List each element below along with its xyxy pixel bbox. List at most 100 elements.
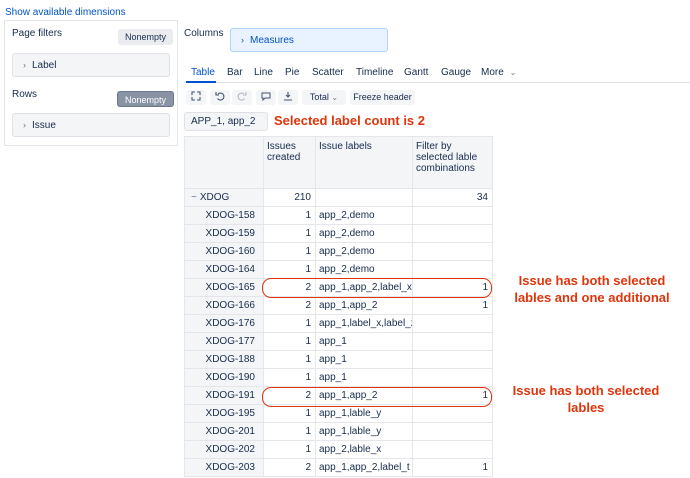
undo-button[interactable] xyxy=(210,90,230,105)
column-header-issue-labels[interactable]: Issue labels xyxy=(315,136,413,189)
filter-cell xyxy=(412,440,493,459)
annotation-both-labels: Issue has both selected lables xyxy=(496,382,676,416)
table-row: XDOG-195 1 app_1,lable_y xyxy=(184,404,493,423)
comment-button[interactable] xyxy=(256,90,276,105)
filter-cell: 1 xyxy=(412,296,493,315)
issues-cell: 1 xyxy=(263,350,316,369)
freeze-header-button[interactable]: Freeze header xyxy=(350,90,415,105)
export-button[interactable] xyxy=(278,90,298,105)
filter-cell xyxy=(412,206,493,225)
tab-gauge[interactable]: Gauge xyxy=(441,67,471,78)
labels-cell: app_1,app_2,label_t xyxy=(315,458,413,477)
issues-cell: 1 xyxy=(263,440,316,459)
page-filters-nonempty-button[interactable]: Nonempty xyxy=(118,29,174,45)
labels-cell: app_1 xyxy=(315,368,413,387)
table-row: XDOG-158 1 app_2,demo xyxy=(184,206,493,225)
issues-cell: 2 xyxy=(263,458,316,477)
chevron-right-icon: › xyxy=(23,60,26,70)
group-row: − XDOG 210 34 xyxy=(184,188,493,207)
filter-cell xyxy=(412,404,493,423)
row-header[interactable]: XDOG-201 xyxy=(184,422,264,441)
active-tab-indicator xyxy=(186,81,216,83)
labels-cell: app_1,label_x,label_z xyxy=(315,314,413,333)
row-header[interactable]: XDOG-166 xyxy=(184,296,264,315)
measures-text: Measures xyxy=(250,35,294,46)
expand-button[interactable] xyxy=(186,90,206,105)
filter-cell xyxy=(412,422,493,441)
show-dimensions-link[interactable]: Show available dimensions xyxy=(5,7,126,18)
row-header[interactable]: XDOG-165 xyxy=(184,278,264,297)
tab-gantt[interactable]: Gantt xyxy=(404,67,428,78)
redo-button[interactable] xyxy=(232,90,252,105)
issues-cell: 1 xyxy=(263,314,316,333)
issues-cell: 1 xyxy=(263,224,316,243)
measures-chip[interactable]: › Measures xyxy=(230,28,388,52)
label-dimension-text: Label xyxy=(32,60,57,71)
undo-icon xyxy=(215,92,225,101)
column-header-issues-created[interactable]: Issues created xyxy=(263,136,316,189)
issues-cell: 2 xyxy=(263,296,316,315)
group-name: XDOG xyxy=(199,192,230,203)
more-label: More xyxy=(481,67,504,78)
row-header[interactable]: XDOG-177 xyxy=(184,332,264,351)
filter-cell xyxy=(412,260,493,279)
rows-nonempty-button[interactable]: Nonempty xyxy=(117,91,175,107)
total-dropdown[interactable]: Total ⌄ xyxy=(302,90,346,105)
table-row: XDOG-160 1 app_2,demo xyxy=(184,242,493,261)
labels-cell: app_1 xyxy=(315,332,413,351)
filter-cell xyxy=(412,224,493,243)
row-header[interactable]: XDOG-203 xyxy=(184,458,264,477)
rows-title: Rows xyxy=(12,89,38,100)
tab-line[interactable]: Line xyxy=(254,67,273,78)
tab-pie[interactable]: Pie xyxy=(285,67,299,78)
row-header[interactable]: XDOG-202 xyxy=(184,440,264,459)
column-header-filter[interactable]: Filter by selected lable combinations xyxy=(412,136,493,189)
row-header[interactable]: XDOG-176 xyxy=(184,314,264,333)
tab-timeline[interactable]: Timeline xyxy=(356,67,393,78)
comment-icon xyxy=(261,92,271,102)
row-header[interactable]: XDOG-158 xyxy=(184,206,264,225)
row-header[interactable]: XDOG-160 xyxy=(184,242,264,261)
row-header[interactable]: XDOG-159 xyxy=(184,224,264,243)
labels-cell: app_2,demo xyxy=(315,242,413,261)
issue-dimension-chip[interactable]: › Issue xyxy=(12,113,170,137)
download-icon xyxy=(284,92,292,101)
filter-cell xyxy=(412,332,493,351)
labels-cell: app_1,app_2 xyxy=(315,296,413,315)
group-issues-cell: 210 xyxy=(263,188,316,207)
results-table: Issues created Issue labels Filter by se… xyxy=(184,136,493,477)
issues-cell: 1 xyxy=(263,260,316,279)
filter-cell: 1 xyxy=(412,458,493,477)
tab-divider xyxy=(184,82,690,83)
annotation-line: lables xyxy=(567,400,605,415)
label-page-selector[interactable]: APP_1, app_2 ⌄ xyxy=(184,112,268,143)
tab-table[interactable]: Table xyxy=(191,67,215,78)
labels-cell: app_2,lable_x xyxy=(315,440,413,459)
corner-cell xyxy=(184,136,264,189)
table-row: XDOG-164 1 app_2,demo xyxy=(184,260,493,279)
highlight-oval-xdog-191 xyxy=(262,387,492,407)
row-header[interactable]: XDOG-195 xyxy=(184,404,264,423)
annotation-line: lables and one additional xyxy=(514,290,670,305)
tab-bar[interactable]: Bar xyxy=(227,67,243,78)
highlight-oval-xdog-165 xyxy=(262,278,492,298)
chevron-right-icon: › xyxy=(23,120,26,130)
issues-cell: 1 xyxy=(263,422,316,441)
columns-title: Columns xyxy=(184,28,224,39)
issues-cell: 1 xyxy=(263,404,316,423)
collapse-icon[interactable]: − xyxy=(191,192,197,203)
row-header[interactable]: XDOG-164 xyxy=(184,260,264,279)
table-row: XDOG-176 1 app_1,label_x,label_z xyxy=(184,314,493,333)
row-header[interactable]: XDOG-188 xyxy=(184,350,264,369)
row-header[interactable]: XDOG-190 xyxy=(184,368,264,387)
tab-scatter[interactable]: Scatter xyxy=(312,67,344,78)
labels-cell: app_2,demo xyxy=(315,206,413,225)
annotation-line: Issue has both selected xyxy=(518,273,666,288)
tab-more[interactable]: More ⌄ xyxy=(481,67,516,78)
table-header-row: Issues created Issue labels Filter by se… xyxy=(184,136,493,189)
label-dimension-chip[interactable]: › Label xyxy=(12,53,170,77)
filter-cell xyxy=(412,350,493,369)
row-header[interactable]: XDOG-191 xyxy=(184,386,264,405)
labels-cell: app_2,demo xyxy=(315,224,413,243)
group-row-header[interactable]: − XDOG xyxy=(184,188,264,207)
